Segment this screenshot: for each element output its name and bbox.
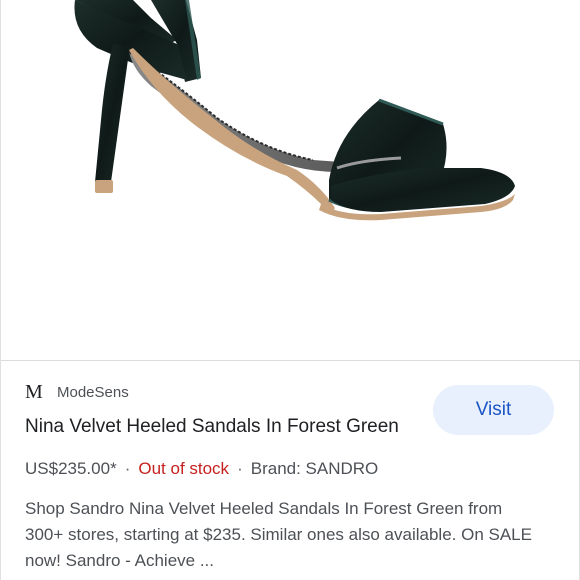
price: US$235.00* bbox=[25, 459, 117, 478]
meta-row: US$235.00* · Out of stock · Brand: SANDR… bbox=[25, 459, 378, 479]
source-row[interactable]: M ModeSens bbox=[25, 380, 129, 404]
brand: Brand: SANDRO bbox=[250, 459, 379, 478]
source-name: ModeSens bbox=[57, 383, 129, 401]
source-logo: M bbox=[25, 381, 43, 403]
product-title[interactable]: Nina Velvet Heeled Sandals In Forest Gre… bbox=[25, 416, 399, 438]
result-snippet: Shop Sandro Nina Velvet Heeled Sandals I… bbox=[25, 499, 532, 570]
result-card: M ModeSens Visit Nina Velvet Heeled Sand… bbox=[0, 0, 580, 580]
product-image[interactable] bbox=[1, 0, 580, 360]
visit-button[interactable]: Visit bbox=[433, 385, 554, 435]
stock-status: Out of stock bbox=[138, 459, 230, 478]
separator-2: · bbox=[237, 459, 243, 478]
sandal-image bbox=[74, 0, 515, 221]
divider bbox=[1, 360, 580, 361]
separator-1: · bbox=[124, 459, 131, 478]
